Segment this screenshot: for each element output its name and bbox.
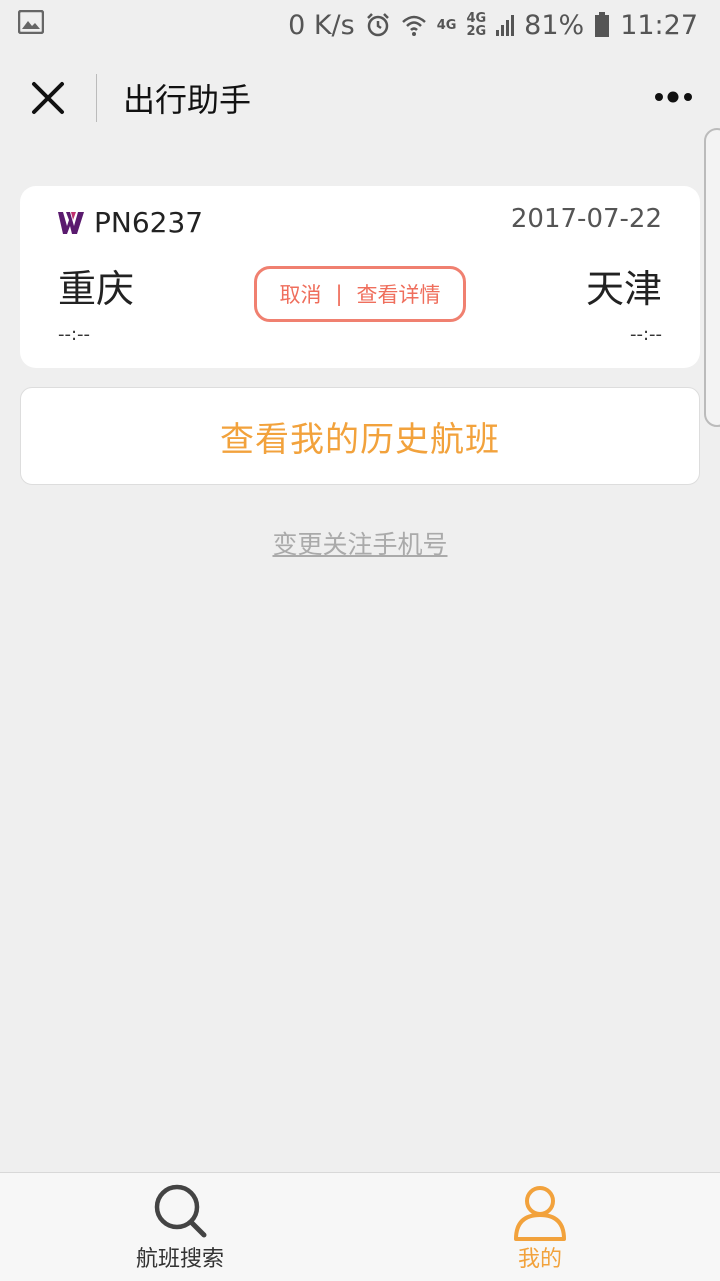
flight-card[interactable]: PN6237 2017-07-22 重庆 天津 --:-- --:-- 取消 |… <box>20 186 700 368</box>
net-4g-label: 4G <box>436 17 457 33</box>
more-button[interactable] <box>646 72 702 122</box>
change-phone-link[interactable]: 变更关注手机号 <box>272 530 447 559</box>
status-bar: 0 K/s 4G 4G 2G 81% 11:27 <box>0 0 720 50</box>
change-phone-row: 变更关注手机号 <box>0 525 720 561</box>
battery-percent: 81% <box>524 9 585 41</box>
close-icon <box>32 81 64 114</box>
airline-row: PN6237 <box>58 206 203 239</box>
user-icon <box>514 1186 566 1241</box>
gallery-notification-icon <box>17 9 45 41</box>
view-details-button[interactable]: 查看详情 <box>357 279 441 309</box>
search-icon <box>154 1184 207 1238</box>
signal-icon <box>496 14 515 36</box>
page-title: 出行助手 <box>123 80 252 119</box>
arrival-city: 天津 <box>585 267 662 311</box>
dual-net-label: 4G 2G <box>466 12 486 38</box>
tab-mine-label: 我的 <box>517 1247 562 1272</box>
battery-icon <box>594 12 610 38</box>
close-button[interactable] <box>0 50 96 145</box>
tab-mine[interactable]: 我的 <box>440 1173 640 1281</box>
status-left <box>17 9 45 41</box>
clock-time: 11:27 <box>620 9 698 41</box>
history-flights-button[interactable]: 查看我的历史航班 <box>20 387 700 485</box>
more-dots-icon <box>655 91 692 103</box>
departure-city: 重庆 <box>58 267 135 311</box>
status-right: 0 K/s 4G 4G 2G 81% 11:27 <box>288 10 698 41</box>
title-bar: 出行助手 <box>0 50 720 145</box>
net-2g-label: 2G <box>466 24 487 39</box>
pill-separator: | <box>335 282 343 306</box>
wifi-icon <box>401 12 427 38</box>
bottom-tab-bar: 航班搜索 我的 <box>0 1172 720 1281</box>
net-speed: 0 K/s <box>288 9 355 41</box>
flight-action-pill: 取消 | 查看详情 <box>254 266 466 322</box>
flight-number: PN6237 <box>94 206 204 239</box>
departure-time: --:-- <box>58 324 91 345</box>
cancel-button[interactable]: 取消 <box>279 279 321 309</box>
alarm-icon <box>365 12 391 38</box>
flight-date: 2017-07-22 <box>510 204 662 234</box>
tab-flight-search[interactable]: 航班搜索 <box>80 1173 280 1281</box>
airline-logo-icon <box>58 211 84 234</box>
tab-flight-search-label: 航班搜索 <box>135 1247 224 1272</box>
edge-drawer-handle[interactable] <box>704 128 720 427</box>
arrival-time: --:-- <box>629 324 662 345</box>
title-divider <box>96 73 97 122</box>
